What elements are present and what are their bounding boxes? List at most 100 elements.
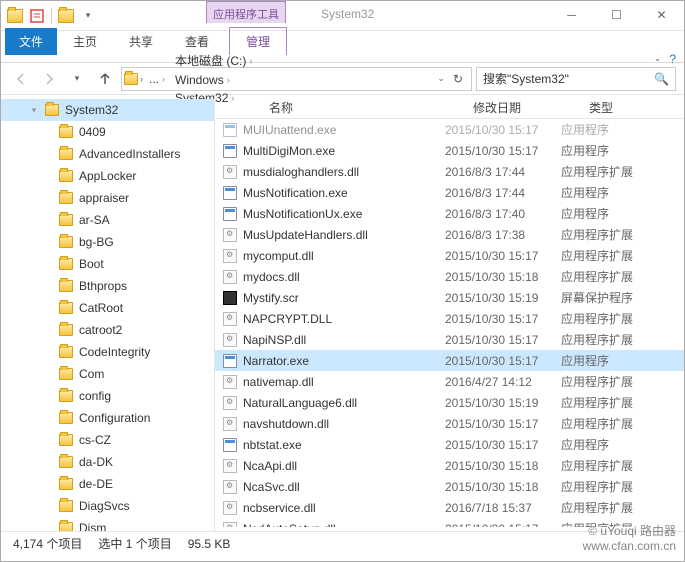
forward-button[interactable] — [37, 67, 61, 91]
tree-node[interactable]: AdvancedInstallers — [1, 143, 214, 165]
file-row[interactable]: NaturalLanguage6.dll2015/10/30 15:19应用程序… — [215, 392, 684, 413]
exe-icon — [221, 185, 239, 201]
file-type: 应用程序 — [561, 184, 684, 201]
search-box[interactable]: 搜索"System32" 🔍 — [476, 67, 676, 91]
tree-node[interactable]: cs-CZ — [1, 429, 214, 451]
breadcrumb-bar[interactable]: › ... › 本地磁盘 (C:) ›Windows ›System32 › ⌄… — [121, 67, 472, 91]
tree-node[interactable]: da-DK — [1, 451, 214, 473]
file-date: 2016/7/18 15:37 — [445, 501, 561, 515]
tree-node[interactable]: ▾System32 — [1, 99, 214, 121]
file-name: MusNotification.exe — [241, 186, 445, 200]
file-type: 应用程序 — [561, 352, 684, 369]
dll-icon — [221, 311, 239, 327]
file-row[interactable]: navshutdown.dll2015/10/30 15:17应用程序扩展 — [215, 413, 684, 434]
file-date: 2015/10/30 15:18 — [445, 459, 561, 473]
file-tab[interactable]: 文件 — [5, 28, 57, 55]
file-row[interactable]: MultiDigiMon.exe2015/10/30 15:17应用程序 — [215, 140, 684, 161]
titlebar: ▾ 应用程序工具 System32 ─ ☐ ✕ — [1, 1, 684, 31]
tree-node[interactable]: DiagSvcs — [1, 495, 214, 517]
file-name: nativemap.dll — [241, 375, 445, 389]
refresh-icon[interactable]: ↻ — [447, 72, 469, 86]
exe-icon — [221, 206, 239, 222]
address-dropdown-icon[interactable]: ⌄ — [437, 73, 445, 84]
file-date: 2016/4/27 14:12 — [445, 375, 561, 389]
file-name: NAPCRYPT.DLL — [241, 312, 445, 326]
column-type[interactable]: 类型 — [581, 95, 684, 118]
search-placeholder: 搜索"System32" — [483, 70, 569, 87]
file-name: MusNotificationUx.exe — [241, 207, 445, 221]
file-date: 2015/10/30 15:17 — [445, 123, 561, 137]
file-row[interactable]: Mystify.scr2015/10/30 15:19屏幕保护程序 — [215, 287, 684, 308]
file-row[interactable]: NcaSvc.dll2015/10/30 15:18应用程序扩展 — [215, 476, 684, 497]
file-row[interactable]: MUIUnattend.exe2015/10/30 15:17应用程序 — [215, 119, 684, 140]
folder-icon[interactable] — [56, 6, 76, 26]
tree-node[interactable]: AppLocker — [1, 165, 214, 187]
file-row[interactable]: NapiNSP.dll2015/10/30 15:17应用程序扩展 — [215, 329, 684, 350]
file-row[interactable]: musdialoghandlers.dll2016/8/3 17:44应用程序扩… — [215, 161, 684, 182]
qat-dropdown-icon[interactable]: ▾ — [78, 6, 98, 26]
tree-node[interactable]: Boot — [1, 253, 214, 275]
file-name: NapiNSP.dll — [241, 333, 445, 347]
back-button[interactable] — [9, 67, 33, 91]
file-type: 应用程序扩展 — [561, 394, 684, 411]
tree-node[interactable]: CatRoot — [1, 297, 214, 319]
folder-tree[interactable]: ▾System320409AdvancedInstallersAppLocker… — [1, 95, 215, 531]
file-row[interactable]: mydocs.dll2015/10/30 15:18应用程序扩展 — [215, 266, 684, 287]
file-row[interactable]: NAPCRYPT.DLL2015/10/30 15:17应用程序扩展 — [215, 308, 684, 329]
tree-node[interactable]: ar-SA — [1, 209, 214, 231]
close-button[interactable]: ✕ — [639, 1, 684, 29]
tree-node[interactable]: Configuration — [1, 407, 214, 429]
tree-node[interactable]: CodeIntegrity — [1, 341, 214, 363]
dll-icon — [221, 416, 239, 432]
file-row[interactable]: MusNotificationUx.exe2016/8/3 17:40应用程序 — [215, 203, 684, 224]
file-row[interactable]: NcaApi.dll2015/10/30 15:18应用程序扩展 — [215, 455, 684, 476]
tree-node[interactable]: bg-BG — [1, 231, 214, 253]
file-row[interactable]: nativemap.dll2016/4/27 14:12应用程序扩展 — [215, 371, 684, 392]
file-date: 2015/10/30 15:17 — [445, 522, 561, 528]
file-row[interactable]: MusNotification.exe2016/8/3 17:44应用程序 — [215, 182, 684, 203]
file-type: 应用程序扩展 — [561, 373, 684, 390]
file-row[interactable]: mycomput.dll2015/10/30 15:17应用程序扩展 — [215, 245, 684, 266]
tree-node[interactable]: config — [1, 385, 214, 407]
folder-icon[interactable] — [5, 6, 25, 26]
folder-icon — [124, 73, 138, 85]
column-date[interactable]: 修改日期 — [465, 95, 581, 118]
dll-icon — [221, 164, 239, 180]
exe-icon — [221, 143, 239, 159]
breadcrumb-ellipsis[interactable]: ... › — [145, 70, 169, 88]
column-name[interactable]: 名称 — [261, 95, 465, 118]
exe-icon — [221, 437, 239, 453]
file-row[interactable]: MusUpdateHandlers.dll2016/8/3 17:38应用程序扩… — [215, 224, 684, 245]
file-type: 应用程序扩展 — [561, 331, 684, 348]
scr-icon — [221, 290, 239, 306]
dll-icon — [221, 500, 239, 516]
breadcrumb-item[interactable]: 本地磁盘 (C:) › — [171, 50, 256, 71]
ribbon-tab[interactable]: 主页 — [57, 28, 113, 55]
file-type: 应用程序扩展 — [561, 520, 684, 527]
tree-node[interactable]: de-DE — [1, 473, 214, 495]
tree-node[interactable]: Dism — [1, 517, 214, 531]
tree-node[interactable]: catroot2 — [1, 319, 214, 341]
file-rows[interactable]: MUIUnattend.exe2015/10/30 15:17应用程序Multi… — [215, 119, 684, 527]
tree-node[interactable]: Bthprops — [1, 275, 214, 297]
help-icon[interactable]: ? — [669, 52, 676, 66]
ribbon-tab[interactable]: 共享 — [113, 28, 169, 55]
dll-icon — [221, 227, 239, 243]
file-type: 应用程序 — [561, 436, 684, 453]
file-date: 2015/10/30 15:17 — [445, 333, 561, 347]
ribbon-expand-icon[interactable]: ⌄ — [654, 53, 662, 64]
file-row[interactable]: ncbservice.dll2016/7/18 15:37应用程序扩展 — [215, 497, 684, 518]
recent-dropdown[interactable]: ▾ — [65, 67, 89, 91]
breadcrumb-item[interactable]: Windows › — [171, 71, 256, 89]
tree-node[interactable]: Com — [1, 363, 214, 385]
file-row[interactable]: nbtstat.exe2015/10/30 15:17应用程序 — [215, 434, 684, 455]
file-row[interactable]: NcdAutoSetup.dll2015/10/30 15:17应用程序扩展 — [215, 518, 684, 527]
file-row[interactable]: Narrator.exe2015/10/30 15:17应用程序 — [215, 350, 684, 371]
minimize-button[interactable]: ─ — [549, 1, 594, 29]
maximize-button[interactable]: ☐ — [594, 1, 639, 29]
tree-node[interactable]: 0409 — [1, 121, 214, 143]
up-button[interactable] — [93, 67, 117, 91]
properties-icon[interactable] — [27, 6, 47, 26]
tree-node[interactable]: appraiser — [1, 187, 214, 209]
file-name: NcdAutoSetup.dll — [241, 522, 445, 528]
